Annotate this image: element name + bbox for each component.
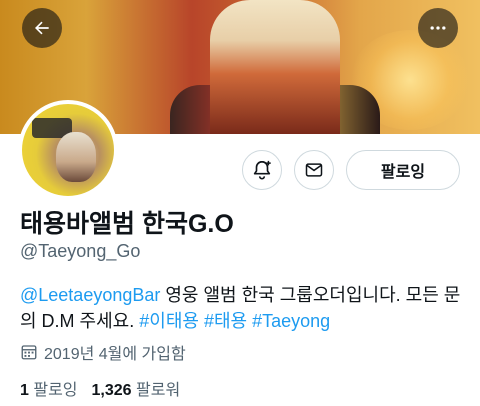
follow-stats: 1 팔로잉 1,326 팔로워 xyxy=(20,376,194,400)
joined-text: 2019년 4월에 가입함 xyxy=(44,346,186,363)
arrow-left-icon xyxy=(35,21,49,35)
following-stat[interactable]: 1 팔로잉 xyxy=(20,382,78,399)
banner-figure xyxy=(210,0,340,134)
avatar[interactable] xyxy=(18,100,118,200)
hashtag-link[interactable]: #태용 xyxy=(204,311,247,331)
followers-count: 1,326 xyxy=(91,382,132,399)
followers-label: 팔로워 xyxy=(136,382,181,399)
notify-button[interactable] xyxy=(242,150,282,190)
more-horizontal-icon xyxy=(430,26,446,30)
message-button[interactable] xyxy=(294,150,334,190)
mail-icon xyxy=(305,163,323,177)
back-button[interactable] xyxy=(22,8,62,48)
avatar-portrait xyxy=(56,132,96,182)
user-handle: @Taeyong_Go xyxy=(20,241,141,261)
following-button[interactable]: 팔로잉 xyxy=(346,150,460,190)
joined-date: 2019년 4월에 가입함 xyxy=(20,340,186,364)
bio-mention-link[interactable]: @LeetaeyongBar xyxy=(20,285,160,305)
display-name: 태용바앨범 한국G.O xyxy=(20,210,234,238)
hashtag-link[interactable]: #이태용 xyxy=(139,311,199,331)
more-button[interactable] xyxy=(418,8,458,48)
hashtag-link[interactable]: #Taeyong xyxy=(252,311,330,331)
following-label: 팔로잉 xyxy=(33,382,78,399)
followers-stat[interactable]: 1,326 팔로워 xyxy=(92,382,181,399)
profile-bio: @LeetaeyongBar 영웅 앨범 한국 그룹오더입니다. 모든 문의 D… xyxy=(20,282,466,334)
calendar-icon xyxy=(21,345,37,360)
following-count: 1 xyxy=(20,382,29,399)
bell-plus-icon xyxy=(253,160,271,180)
